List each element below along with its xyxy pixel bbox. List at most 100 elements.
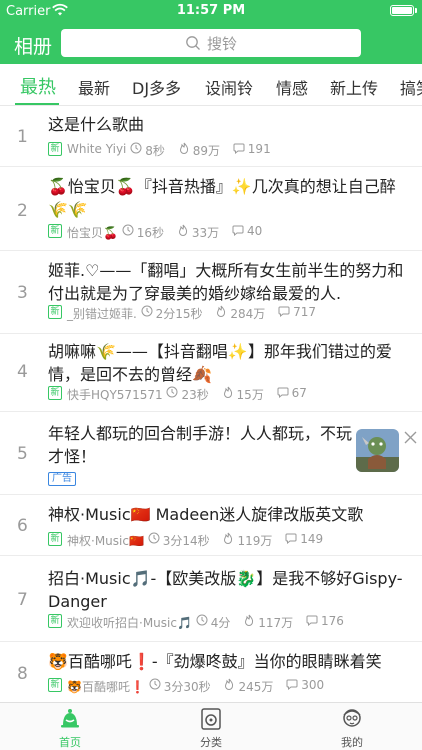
clock-icon	[166, 386, 178, 398]
song-comments: 717	[293, 305, 317, 319]
bell-icon	[61, 709, 79, 728]
comment-icon	[278, 306, 290, 317]
song-plays: 119万	[237, 534, 273, 548]
flame-icon	[217, 305, 226, 317]
song-row[interactable]: 3 姬菲.♡——「翻唱」大概所有女生前半生的努力和付出就是为了穿最美的婚纱嫁给最…	[0, 251, 422, 334]
song-author: White Yiyi	[67, 142, 127, 156]
song-row[interactable]: 8 🐯百酷哪吒❗-『劲爆咚鼓』当你的眼睛眯着笑 新 🐯百酷哪吒❗ 3分30秒 24…	[0, 642, 422, 702]
search-placeholder: 搜铃	[207, 35, 238, 53]
rank-number: 2	[17, 201, 28, 221]
comment-icon	[277, 387, 289, 398]
clock-icon	[196, 614, 208, 626]
flame-icon	[224, 532, 233, 544]
rank-number: 8	[17, 664, 28, 684]
song-duration: 23秒	[181, 388, 209, 402]
song-title: 招白·Music🎵-【欧美改版🐉】是我不够好Gispy-Danger	[48, 569, 403, 611]
clock-icon	[148, 532, 160, 544]
song-row[interactable]: 6 神权·Music🇨🇳 Madeen迷人旋律改版英文歌 新神权·Music🇨🇳…	[0, 495, 422, 556]
rank-number: 1	[17, 127, 28, 147]
comment-icon	[286, 679, 298, 690]
clock-icon	[130, 142, 142, 154]
tabbar-mine-label: 我的	[341, 736, 363, 749]
clock-icon	[141, 305, 153, 317]
song-duration: 3分14秒	[162, 534, 210, 548]
category-tabs: 最热 最新 DJ多多 设闹铃 情感 新上传 搞笑	[0, 64, 422, 106]
song-row[interactable]: 2 🍒怡宝贝🍒『抖音热播』✨几次真的想让自己醉🌾🌾 新怡宝贝🍒 16秒 33万 …	[0, 167, 422, 251]
rank-number: 3	[17, 283, 28, 303]
tabbar-category-label: 分类	[200, 736, 222, 749]
song-meta: 新欢迎收听招白·Music🎵 4分 117万 176	[48, 614, 344, 630]
rank-number: 7	[17, 590, 28, 610]
status-bar: Carrier 11:57 PM	[0, 0, 422, 22]
comment-icon	[232, 225, 244, 236]
song-title: 姬菲.♡——「翻唱」大概所有女生前半生的努力和付出就是为了穿最美的婚纱嫁给最爱的…	[48, 261, 404, 303]
song-comments: 191	[247, 142, 271, 156]
song-plays: 284万	[230, 307, 266, 321]
new-badge: 新	[48, 614, 62, 628]
song-title: 🍒怡宝贝🍒『抖音热播』✨几次真的想让自己醉🌾🌾	[48, 177, 396, 219]
close-icon[interactable]	[404, 431, 417, 444]
song-comments: 67	[291, 386, 307, 400]
song-author: _别错过姬菲.	[67, 307, 137, 321]
song-title: 这是什么歌曲	[48, 115, 145, 134]
song-author: 快手HQY571571	[67, 388, 163, 402]
song-duration: 3分30秒	[163, 680, 211, 694]
song-plays: 89万	[192, 144, 220, 158]
clock-icon	[122, 224, 134, 236]
song-duration: 16秒	[136, 226, 165, 240]
rank-number: 5	[17, 444, 28, 464]
rank-number: 6	[17, 516, 28, 536]
new-badge: 新	[48, 678, 62, 692]
song-comments: 149	[300, 532, 324, 546]
tab-funny[interactable]: 搞笑	[400, 75, 422, 99]
search-input[interactable]: 搜铃	[61, 29, 361, 57]
song-duration: 4分	[210, 616, 231, 630]
new-badge: 新	[48, 305, 62, 319]
song-meta: 新 White Yiyi 8秒 89万 191	[48, 142, 271, 158]
song-duration: 2分15秒	[155, 307, 203, 321]
song-comments: 300	[301, 678, 325, 692]
song-author: 怡宝贝🍒	[67, 226, 118, 240]
song-plays: 15万	[236, 388, 264, 402]
tabbar-home-label: 首页	[59, 736, 81, 749]
song-plays: 33万	[191, 226, 220, 240]
rank-number: 4	[17, 362, 28, 382]
tab-emotion[interactable]: 情感	[276, 75, 308, 99]
tabbar-mine[interactable]: 我的	[312, 703, 392, 750]
flame-icon	[178, 224, 188, 236]
tab-dj[interactable]: DJ多多	[132, 75, 181, 99]
ad-title: 年轻人都玩的回合制手游！人人都玩，不玩才怪！	[48, 424, 353, 466]
song-meta: 新神权·Music🇨🇳 3分14秒 119万 149	[48, 532, 323, 548]
tabbar-category[interactable]: 分类	[171, 703, 251, 750]
song-plays: 245万	[238, 680, 274, 694]
song-row[interactable]: 7 招白·Music🎵-【欧美改版🐉】是我不够好Gispy-Danger 新欢迎…	[0, 556, 422, 642]
bottom-tab-bar: 首页 分类 我的	[0, 702, 422, 750]
album-button[interactable]: 相册	[14, 32, 52, 59]
new-badge: 新	[48, 532, 62, 546]
new-badge: 新	[48, 142, 62, 156]
tab-alarm[interactable]: 设闹铃	[205, 75, 253, 99]
song-author: 神权·Music🇨🇳	[67, 534, 144, 548]
song-row[interactable]: 1 这是什么歌曲 新 White Yiyi 8秒 89万 191	[0, 107, 422, 167]
song-title: 🐯百酷哪吒❗-『劲爆咚鼓』当你的眼睛眯着笑	[48, 652, 382, 671]
song-author: 🐯百酷哪吒❗	[67, 680, 145, 694]
flame-icon	[225, 678, 234, 690]
nav-header: Carrier 11:57 PM 相册 搜铃	[0, 0, 422, 64]
flame-icon	[179, 142, 188, 154]
comment-icon	[285, 533, 297, 544]
active-tab-indicator	[15, 103, 59, 105]
song-row[interactable]: 4 胡嘛嘛🌾——【抖音翻唱✨】那年我们错过的爱情，是回不去的曾经🍂 新快手HQY…	[0, 334, 422, 412]
song-plays: 117万	[258, 616, 294, 630]
song-comments: 40	[247, 224, 263, 238]
clock: 11:57 PM	[176, 3, 246, 18]
song-author: 欢迎收听招白·Music🎵	[67, 616, 192, 630]
song-meta: 新 _别错过姬菲. 2分15秒 284万 717	[48, 305, 316, 321]
tab-new-upload[interactable]: 新上传	[330, 75, 378, 99]
battery-icon	[390, 5, 414, 16]
tab-newest[interactable]: 最新	[78, 75, 110, 99]
tab-hottest[interactable]: 最热	[20, 73, 56, 99]
new-badge: 新	[48, 224, 62, 238]
song-title: 胡嘛嘛🌾——【抖音翻唱✨】那年我们错过的爱情，是回不去的曾经🍂	[48, 342, 392, 384]
tabbar-home[interactable]: 首页	[30, 703, 110, 750]
ad-game-thumbnail[interactable]	[356, 429, 399, 472]
